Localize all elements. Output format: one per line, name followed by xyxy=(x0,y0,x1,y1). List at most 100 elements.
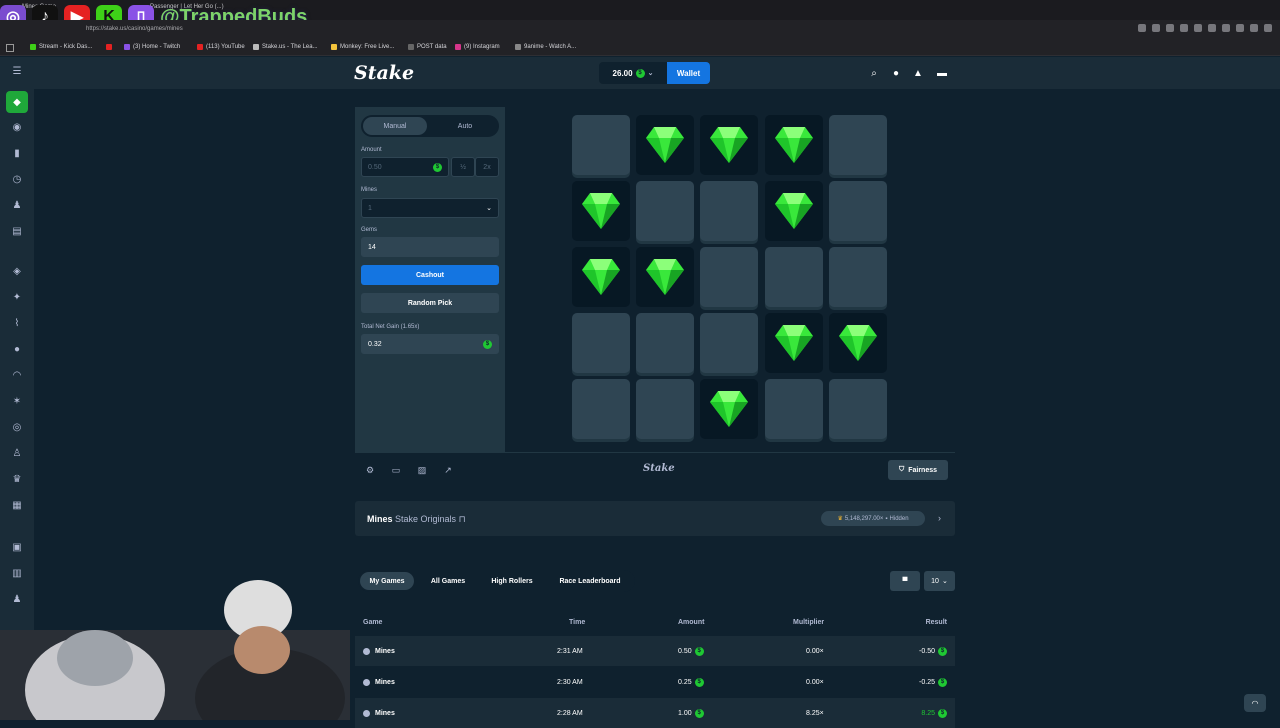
tab-race-leaderboard[interactable]: Race Leaderboard xyxy=(548,572,632,590)
extension-icons xyxy=(1138,24,1272,32)
extension-icon[interactable] xyxy=(1152,24,1160,32)
bookmark-item[interactable]: 9anime - Watch A... xyxy=(515,44,576,50)
ghost-mode-button[interactable]: ▀ xyxy=(890,571,920,591)
table-row[interactable]: Mines 2:31 AM 0.50 $ 0.00× -0.50 $ xyxy=(355,636,955,666)
stake-logo[interactable]: Stake xyxy=(354,62,414,84)
mine-tile[interactable] xyxy=(572,313,630,373)
sidebar-icon[interactable]: ◈ xyxy=(9,263,25,279)
mine-tile[interactable] xyxy=(828,247,887,307)
person-icon[interactable]: ♙ xyxy=(9,445,25,461)
bookmark-icon[interactable]: ⊓ xyxy=(459,514,466,524)
bookmark-item[interactable]: (9) Instagram xyxy=(455,44,500,50)
mine-tile[interactable] xyxy=(636,313,695,373)
cashout-button[interactable]: Cashout xyxy=(361,265,499,285)
person-icon[interactable]: ♟ xyxy=(9,197,25,213)
game-name: Mines xyxy=(375,647,395,655)
fairness-button[interactable]: ⛉ Fairness xyxy=(888,460,948,480)
extension-icon[interactable] xyxy=(1250,24,1258,32)
search-icon[interactable]: ⌕ xyxy=(868,67,880,79)
monkey-icon xyxy=(331,44,337,50)
mines-game: Manual Auto Amount 0.50 $ ½ 2x Mines 1 ⌄… xyxy=(355,107,955,452)
chart-icon[interactable]: ⌇ xyxy=(9,315,25,331)
wallet-button[interactable]: Wallet xyxy=(667,62,710,84)
amount-input[interactable]: 0.50 $ xyxy=(361,157,449,177)
tab-all-games[interactable]: All Games xyxy=(420,572,476,590)
tab-auto[interactable]: Auto xyxy=(433,117,497,135)
chevron-right-icon[interactable]: › xyxy=(938,513,941,523)
gem-tile xyxy=(700,115,759,175)
mine-tile[interactable] xyxy=(636,379,695,439)
gift-icon[interactable]: ▣ xyxy=(9,539,25,555)
coin-icon: $ xyxy=(938,677,947,687)
url-field[interactable]: https://stake.us/casino/games/mines xyxy=(86,26,183,32)
user-icon[interactable]: ● xyxy=(890,67,902,79)
double-button[interactable]: 2x xyxy=(475,157,499,177)
bookmark-item[interactable]: Stream - Kick Das... xyxy=(30,44,92,50)
star-icon[interactable]: ✶ xyxy=(9,393,25,409)
popout-icon[interactable]: ↗ xyxy=(443,465,453,475)
game-cell[interactable]: Mines xyxy=(363,636,395,666)
bookmark-item[interactable]: (113) YouTube xyxy=(197,44,245,50)
mines-value: 1 xyxy=(368,204,372,212)
mine-tile[interactable] xyxy=(828,379,887,439)
page-size-select[interactable]: 10 ⌄ xyxy=(924,571,955,591)
mine-tile[interactable] xyxy=(764,247,823,307)
table-row[interactable]: Mines 2:30 AM 0.25 $ 0.00× -0.25 $ xyxy=(355,667,955,697)
menu-icon[interactable]: ☰ xyxy=(9,63,25,79)
headphones-icon[interactable]: ◠ xyxy=(9,367,25,383)
casino-icon[interactable]: ◆ xyxy=(6,91,28,113)
trophy-icon[interactable]: ♛ xyxy=(9,471,25,487)
game-info-bar[interactable]: Mines Stake Originals ⊓ ♛ 5,148,297.00× … xyxy=(355,501,955,536)
mine-tile[interactable] xyxy=(572,115,630,175)
tab-my-games[interactable]: My Games xyxy=(360,572,414,590)
mine-tile[interactable] xyxy=(764,379,823,439)
tab-manual[interactable]: Manual xyxy=(363,117,427,135)
balance-selector[interactable]: 26.00 $ ⌄ xyxy=(599,62,667,84)
mine-tile[interactable] xyxy=(700,247,759,307)
random-pick-button[interactable]: Random Pick xyxy=(361,293,499,313)
amount-cell: 0.50 $ xyxy=(678,636,704,666)
mine-tile[interactable] xyxy=(828,115,887,175)
bookmark-item[interactable]: Monkey: Free Live... xyxy=(331,44,394,50)
extension-icon[interactable] xyxy=(1236,24,1244,32)
document-icon[interactable]: ▤ xyxy=(9,223,25,239)
multiplier-cell: 0.00× xyxy=(806,678,824,686)
table-row[interactable]: Mines 2:28 AM 1.00 $ 8.25× 8.25 $ xyxy=(355,698,955,728)
extension-icon[interactable] xyxy=(1222,24,1230,32)
target-icon[interactable]: ◎ xyxy=(9,419,25,435)
chat-icon[interactable]: ▬ xyxy=(936,67,948,79)
mines-select[interactable]: 1 ⌄ xyxy=(361,198,499,218)
settings-icon[interactable]: ⚙ xyxy=(365,465,375,475)
apps-icon[interactable] xyxy=(6,44,14,52)
mine-tile[interactable] xyxy=(572,379,630,439)
sidebar-icon[interactable]: ◉ xyxy=(9,119,25,135)
clock-icon[interactable]: ◷ xyxy=(9,171,25,187)
bookmark-item[interactable] xyxy=(106,44,112,50)
game-cell[interactable]: Mines xyxy=(363,667,395,697)
game-cell[interactable]: Mines xyxy=(363,698,395,728)
bookmark-icon[interactable]: ▮ xyxy=(9,145,25,161)
tab-high-rollers[interactable]: High Rollers xyxy=(482,572,542,590)
mine-tile[interactable] xyxy=(636,181,695,241)
extension-icon[interactable] xyxy=(1166,24,1174,32)
extension-icon[interactable] xyxy=(1180,24,1188,32)
mine-tile[interactable] xyxy=(828,181,887,241)
bookmark-item[interactable]: (3) Home - Twitch xyxy=(124,44,180,50)
mine-tile[interactable] xyxy=(700,313,759,373)
bookmark-item[interactable]: Stake.us - The Lea... xyxy=(253,44,318,50)
stats-icon[interactable]: ▨ xyxy=(417,465,427,475)
mine-tile[interactable] xyxy=(700,181,759,241)
extension-icon[interactable] xyxy=(1138,24,1146,32)
sparkle-icon[interactable]: ✦ xyxy=(9,289,25,305)
extension-icon[interactable] xyxy=(1194,24,1202,32)
support-chat-button[interactable]: ◠ xyxy=(1244,694,1266,712)
bookmark-item[interactable]: POST data xyxy=(408,44,447,50)
theatre-icon[interactable]: ▭ xyxy=(391,465,401,475)
extension-icon[interactable] xyxy=(1208,24,1216,32)
bell-icon[interactable]: ▲ xyxy=(912,67,924,79)
half-button[interactable]: ½ xyxy=(451,157,475,177)
grid-icon[interactable]: ▦ xyxy=(9,497,25,513)
bomb-icon[interactable]: ● xyxy=(9,341,25,357)
coin-icon: $ xyxy=(483,339,492,349)
extension-icon[interactable] xyxy=(1264,24,1272,32)
